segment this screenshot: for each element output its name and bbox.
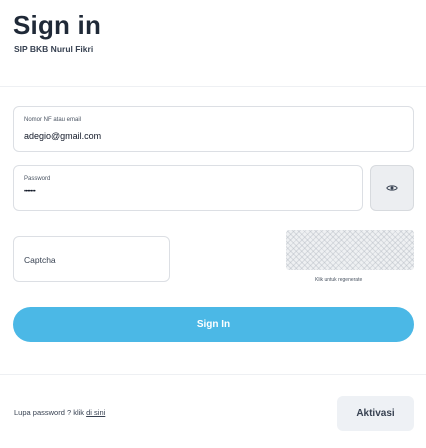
forgot-password-link[interactable]: di sini — [86, 408, 105, 417]
password-field-label: Password — [24, 176, 51, 182]
captcha-field-label[interactable]: Captcha — [24, 255, 56, 265]
eye-icon — [386, 185, 398, 191]
page-subtitle: SIP BKB Nurul Fikri — [14, 44, 94, 54]
email-field-label: Nomor NF atau email — [24, 117, 82, 123]
captcha-image[interactable] — [286, 230, 414, 270]
forgot-password-text: Lupa password ? klik di sini — [14, 408, 105, 417]
sign-in-button[interactable]: Sign In — [13, 307, 414, 342]
footer-divider — [0, 374, 426, 375]
header-divider — [0, 86, 426, 87]
password-field-value[interactable]: ••••••• — [24, 189, 36, 195]
captcha-regenerate-hint: Klik untuk regenerate — [315, 277, 363, 283]
toggle-password-button[interactable] — [370, 165, 414, 211]
aktivasi-button[interactable]: Aktivasi — [337, 396, 414, 431]
email-field-value[interactable]: adegio@gmail.com — [24, 131, 101, 141]
captcha-field[interactable]: Captcha — [13, 236, 170, 282]
email-field[interactable]: Nomor NF atau email adegio@gmail.com — [13, 106, 414, 152]
password-field[interactable]: Password ••••••• — [13, 165, 363, 211]
forgot-password-prefix: Lupa password ? klik — [14, 408, 87, 417]
page-title: Sign in — [13, 10, 102, 40]
